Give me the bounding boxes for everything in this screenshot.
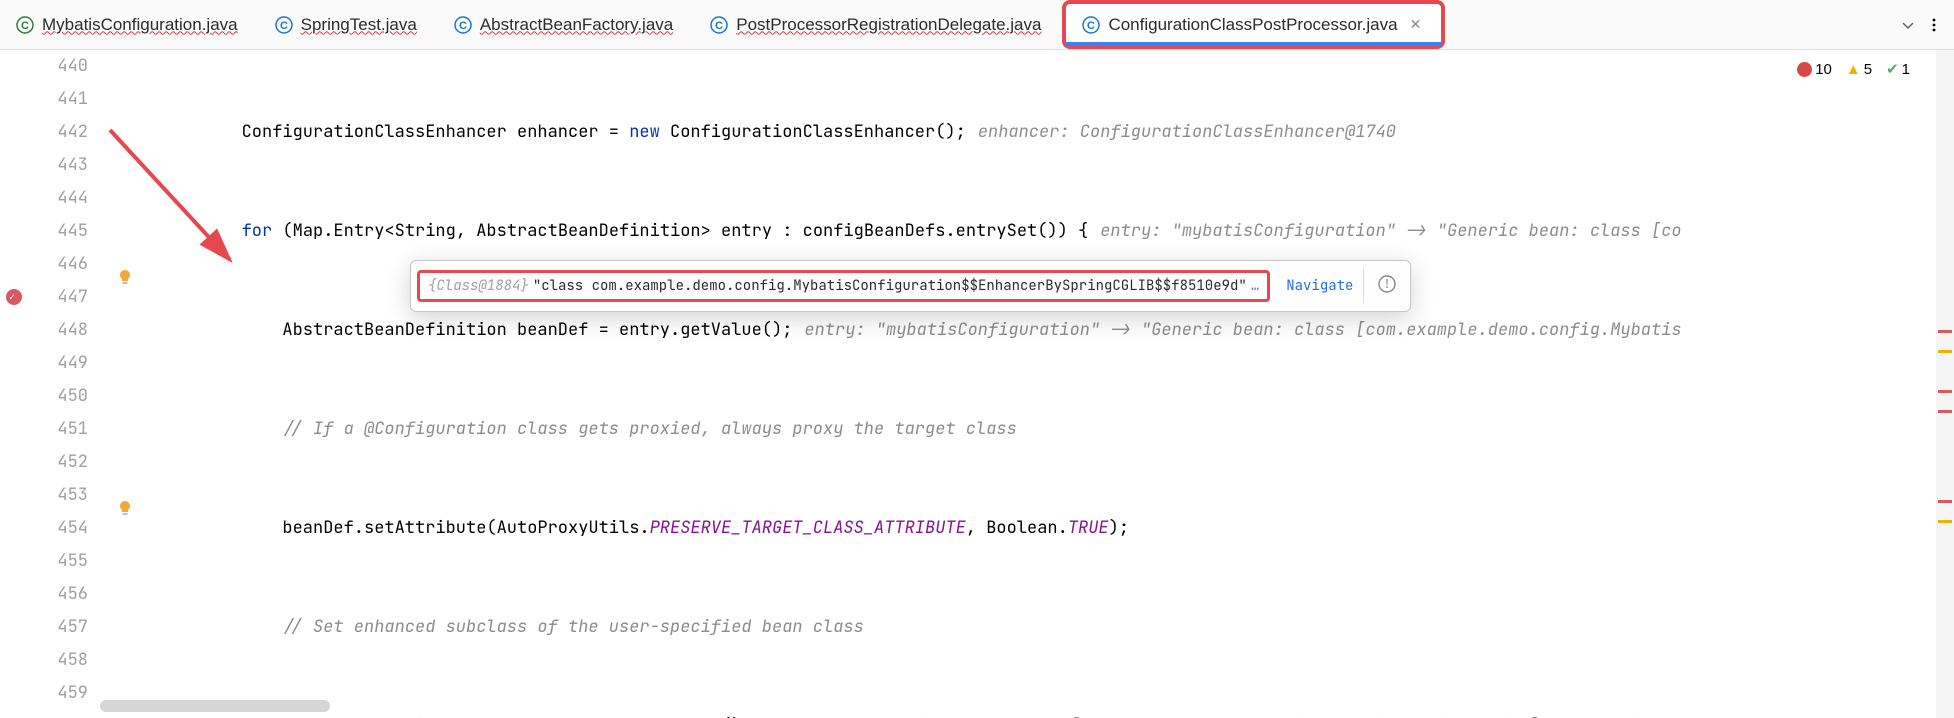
code-line[interactable]: ConfigurationClassEnhancer enhancer = ne… (156, 116, 1954, 149)
line-number[interactable]: 449 (0, 347, 88, 380)
line-number-gutter[interactable]: 4404414424434444454464474484494504514524… (0, 50, 100, 718)
error-stripe-mark[interactable] (1938, 350, 1952, 353)
warnings-count[interactable]: ▲5 (1846, 60, 1872, 78)
tab-label: SpringTest.java (301, 15, 417, 35)
tab-spring-test[interactable]: C SpringTest.java (259, 0, 438, 49)
code-line[interactable]: // Set enhanced subclass of the user-spe… (156, 611, 1954, 644)
line-number[interactable]: 452 (0, 446, 88, 479)
svg-text:C: C (715, 20, 723, 32)
error-stripe[interactable] (1936, 50, 1954, 718)
intention-bulb-column (100, 50, 156, 718)
svg-text:!: ! (1384, 276, 1391, 292)
svg-text:C: C (21, 20, 29, 32)
tab-mybatis-configuration[interactable]: C MybatisConfiguration.java (0, 0, 259, 49)
tooltip-type: {Class@1884} (428, 277, 529, 295)
inline-debug-hint: enhancer: ConfigurationClassEnhancer@174… (978, 121, 1396, 143)
code-content[interactable]: ConfigurationClassEnhancer enhancer = ne… (156, 50, 1954, 718)
breakpoint-icon[interactable] (6, 289, 22, 305)
error-stripe-mark[interactable] (1938, 330, 1952, 333)
class-icon: C (1082, 16, 1100, 34)
line-number[interactable]: 448 (0, 314, 88, 347)
intention-bulb-icon[interactable] (116, 268, 134, 286)
warning-icon: ▲ (1846, 61, 1861, 78)
chevron-down-icon[interactable] (1900, 17, 1916, 33)
code-editor[interactable]: 4404414424434444454464474484494504514524… (0, 50, 1954, 718)
ok-count[interactable]: ✔1 (1886, 60, 1910, 78)
svg-text:C: C (459, 20, 467, 32)
intention-bulb-icon[interactable] (116, 499, 134, 517)
code-line[interactable]: Class<?> configClass = beanDef.getBeanCl… (156, 710, 1954, 718)
line-number[interactable]: 444 (0, 182, 88, 215)
class-icon: C (275, 16, 293, 34)
line-number[interactable]: 454 (0, 512, 88, 545)
tooltip-value-box: {Class@1884} "class com.example.demo.con… (417, 270, 1270, 302)
tab-post-processor-registration-delegate[interactable]: C PostProcessorRegistrationDelegate.java (694, 0, 1062, 49)
tooltip-value: "class com.example.demo.config.MybatisCo… (533, 277, 1247, 295)
class-icon: C (16, 16, 34, 34)
tab-label: ConfigurationClassPostProcessor.java (1108, 15, 1397, 35)
line-number[interactable]: 440 (0, 50, 88, 83)
code-line[interactable]: for (Map.Entry<String, AbstractBeanDefin… (156, 215, 1954, 248)
error-stripe-mark[interactable] (1938, 500, 1952, 503)
line-number[interactable]: 446 (0, 248, 88, 281)
line-number[interactable]: 445 (0, 215, 88, 248)
class-icon: C (710, 16, 728, 34)
class-icon: C (454, 16, 472, 34)
line-number[interactable]: 453 (0, 479, 88, 512)
line-number[interactable]: 450 (0, 380, 88, 413)
line-number[interactable]: 442 (0, 116, 88, 149)
line-number[interactable]: 459 (0, 677, 88, 710)
line-number[interactable]: 451 (0, 413, 88, 446)
code-line[interactable]: AbstractBeanDefinition beanDef = entry.g… (156, 314, 1954, 347)
error-stripe-mark[interactable] (1938, 520, 1952, 523)
svg-text:C: C (1087, 20, 1095, 32)
tooltip-ellipsis[interactable]: … (1251, 277, 1259, 295)
horizontal-scrollbar[interactable] (100, 700, 330, 712)
debug-value-tooltip[interactable]: {Class@1884} "class com.example.demo.con… (410, 260, 1411, 312)
line-number[interactable]: 455 (0, 545, 88, 578)
error-stripe-mark[interactable] (1938, 410, 1952, 413)
check-icon: ✔ (1886, 60, 1899, 78)
editor-tabs-bar: C MybatisConfiguration.java C SpringTest… (0, 0, 1954, 50)
tab-label: AbstractBeanFactory.java (480, 15, 673, 35)
separator (1363, 269, 1364, 303)
line-number[interactable]: 457 (0, 611, 88, 644)
tab-label: MybatisConfiguration.java (42, 15, 238, 35)
tab-configuration-class-post-processor[interactable]: C ConfigurationClassPostProcessor.java ✕ (1062, 0, 1445, 49)
tab-abstract-bean-factory[interactable]: C AbstractBeanFactory.java (438, 0, 694, 49)
tooltip-navigate-link[interactable]: Navigate (1286, 277, 1353, 295)
tab-label: PostProcessorRegistrationDelegate.java (736, 15, 1041, 35)
kebab-menu-icon[interactable] (1926, 17, 1942, 33)
inline-debug-hint: entry: "mybatisConfiguration" -> "Generi… (1100, 220, 1681, 242)
close-icon[interactable]: ✕ (1410, 16, 1422, 33)
line-number[interactable]: 456 (0, 578, 88, 611)
tabs-right-controls (1900, 0, 1954, 49)
line-number[interactable]: 447 (0, 281, 88, 314)
code-line[interactable]: beanDef.setAttribute(AutoProxyUtils.PRES… (156, 512, 1954, 545)
inline-debug-hint: entry: "mybatisConfiguration" -> "Generi… (804, 319, 1681, 341)
tooltip-info-icon[interactable]: ! (1378, 275, 1396, 298)
line-number[interactable]: 443 (0, 149, 88, 182)
error-icon (1797, 62, 1812, 77)
inspection-status[interactable]: 10 ▲5 ✔1 (1791, 58, 1916, 80)
svg-text:C: C (280, 20, 288, 32)
code-line[interactable]: // If a @Configuration class gets proxie… (156, 413, 1954, 446)
error-stripe-mark[interactable] (1938, 390, 1952, 393)
line-number[interactable]: 441 (0, 83, 88, 116)
line-number[interactable]: 458 (0, 644, 88, 677)
errors-count[interactable]: 10 (1797, 60, 1832, 78)
